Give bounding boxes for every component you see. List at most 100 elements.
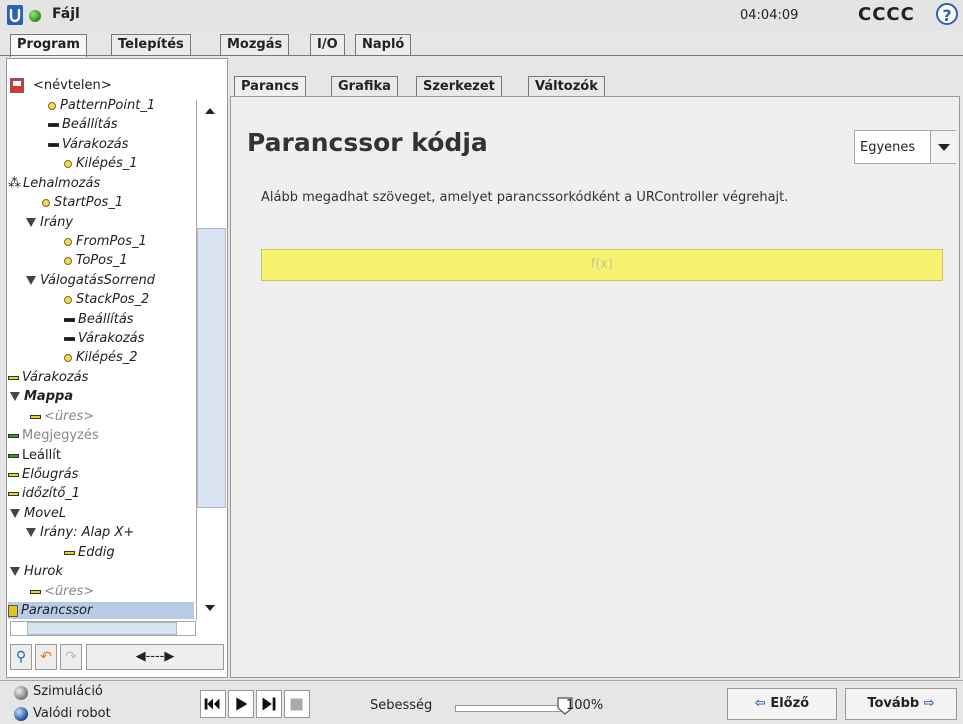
tree-node[interactable]: FromPos_1 (64, 233, 147, 250)
tree-node-label: Parancssor (21, 603, 93, 618)
wait-icon (64, 336, 75, 341)
tab-structure[interactable]: Szerkezet (416, 76, 502, 97)
clock: 04:04:09 (740, 8, 799, 23)
tree-node-label: Előugrás (22, 467, 79, 482)
scroll-up-icon[interactable] (200, 104, 220, 118)
tree-horizontal-scrollbar[interactable] (10, 621, 196, 636)
chevron-down-icon[interactable] (930, 131, 956, 163)
tree-node-label: Beállítás (78, 312, 134, 327)
speed-slider[interactable] (455, 705, 567, 712)
scroll-down-icon[interactable] (200, 601, 220, 615)
tree-node[interactable]: Eddig (64, 544, 115, 561)
search-icon[interactable]: ⚲ (10, 644, 32, 670)
move-node-button[interactable]: ◀----▶ (86, 644, 224, 670)
undo-icon[interactable]: ↶ (35, 644, 57, 670)
tree-node-selected[interactable]: Parancssor (8, 602, 194, 619)
tab-program[interactable]: Program (10, 34, 87, 57)
tree-node[interactable]: <üres> (30, 583, 94, 600)
tab-graphics[interactable]: Grafika (331, 76, 398, 97)
tree-node[interactable]: Várakozás (64, 330, 144, 347)
play-icon[interactable] (228, 690, 254, 718)
skip-back-icon[interactable] (200, 690, 226, 718)
file-menu[interactable]: Fájl (52, 6, 80, 22)
tree-node-label: VálogatásSorrend (40, 273, 156, 288)
simulation-label: Szimuláció (33, 684, 103, 699)
stop-icon[interactable] (284, 690, 310, 718)
tab-variables[interactable]: Változók (528, 76, 605, 97)
tree-node[interactable]: Megjegyzés (8, 427, 99, 444)
tree-node[interactable]: Kilépés_2 (64, 349, 138, 366)
real-robot-radio[interactable] (14, 707, 28, 721)
mode-dropdown-value[interactable]: Egyenes (860, 140, 915, 155)
top-bar (0, 0, 963, 30)
program-tree: PatternPoint_1 Beállítás Várakozás Kilép… (8, 97, 194, 620)
tree-node[interactable]: ⁂ Lehalmozás (8, 175, 100, 192)
empty-icon (30, 589, 41, 594)
simulation-radio[interactable] (14, 686, 28, 700)
tree-node[interactable]: időzítő_1 (8, 485, 80, 502)
tree-node[interactable]: Hurok (10, 563, 63, 580)
tree-node[interactable]: Beállítás (48, 116, 118, 133)
tree-node-label: ToPos_1 (76, 253, 128, 268)
waypoint-icon (64, 237, 72, 246)
waypoint-icon (64, 295, 72, 304)
tab-move[interactable]: Mozgás (220, 34, 290, 55)
tab-io[interactable]: I/O (310, 34, 345, 55)
tab-command[interactable]: Parancs (234, 76, 306, 98)
tree-node[interactable]: VálogatásSorrend (26, 272, 155, 289)
tree-node[interactable]: Mappa (10, 388, 73, 405)
tree-node[interactable]: ToPos_1 (64, 252, 128, 269)
tree-node-label: Megjegyzés (22, 428, 99, 443)
tree-node[interactable]: Beállítás (64, 311, 134, 328)
comment-icon (8, 433, 19, 438)
help-icon[interactable]: ? (936, 3, 958, 25)
tree-node[interactable]: MoveL (10, 505, 66, 522)
tree-node[interactable]: Várakozás (48, 136, 128, 153)
direction-icon (26, 276, 36, 285)
next-button[interactable]: Tovább ⇨ (845, 688, 957, 720)
arrow-right-icon: ⇨ (923, 696, 935, 711)
tree-node-label: <üres> (44, 584, 95, 599)
next-label: Tovább (867, 696, 920, 711)
until-icon (64, 550, 75, 555)
previous-button[interactable]: ⇦ Előző (727, 688, 837, 720)
script-input[interactable]: f(x) (261, 249, 943, 281)
tree-node-label: Leállít (22, 448, 61, 463)
tree-node[interactable]: StackPos_2 (64, 291, 149, 308)
set-icon (64, 317, 75, 322)
tree-node[interactable]: PatternPoint_1 (48, 97, 155, 114)
tree-node-label: StackPos_2 (76, 292, 150, 307)
halt-icon (8, 453, 19, 458)
description-text: Alább megadhat szöveget, amelyet parancs… (261, 190, 789, 205)
tree-node-label: Beállítás (62, 117, 118, 132)
tree-node-label: Kilépés_1 (76, 156, 138, 171)
arrow-left-icon: ⇦ (754, 696, 766, 711)
tree-node[interactable]: Kilépés_1 (64, 155, 138, 172)
tree-node-label: Irány (40, 215, 74, 230)
wait-icon (8, 375, 19, 380)
timer-icon (8, 491, 19, 496)
page-title: Parancssor kódja (247, 128, 488, 157)
tree-node-label: Irány: Alap X+ (40, 525, 135, 540)
direction-icon (26, 218, 36, 227)
tree-node[interactable]: Leállít (8, 447, 61, 464)
tab-log[interactable]: Napló (355, 34, 412, 55)
redo-icon[interactable]: ↷ (60, 644, 82, 670)
horizontal-scroll-thumb[interactable] (27, 622, 177, 635)
tree-node[interactable]: Irány (26, 214, 73, 231)
tree-node[interactable]: StartPos_1 (42, 194, 123, 211)
tree-node[interactable]: Várakozás (8, 369, 88, 386)
save-icon[interactable] (10, 78, 24, 93)
program-name: <névtelen> (33, 78, 112, 93)
tree-node[interactable]: Irány: Alap X+ (26, 524, 134, 541)
script-icon (8, 604, 18, 617)
loop-icon (10, 567, 20, 576)
stack-icon: ⁂ (8, 176, 21, 191)
tab-installation[interactable]: Telepítés (111, 34, 191, 55)
tree-node[interactable]: <üres> (30, 408, 94, 425)
tree-scroll-thumb[interactable] (197, 228, 226, 508)
tree-node-label: Várakozás (78, 331, 145, 346)
tree-node-label: Várakozás (22, 370, 89, 385)
tree-node[interactable]: Előugrás (8, 466, 78, 483)
step-icon[interactable] (256, 690, 282, 718)
